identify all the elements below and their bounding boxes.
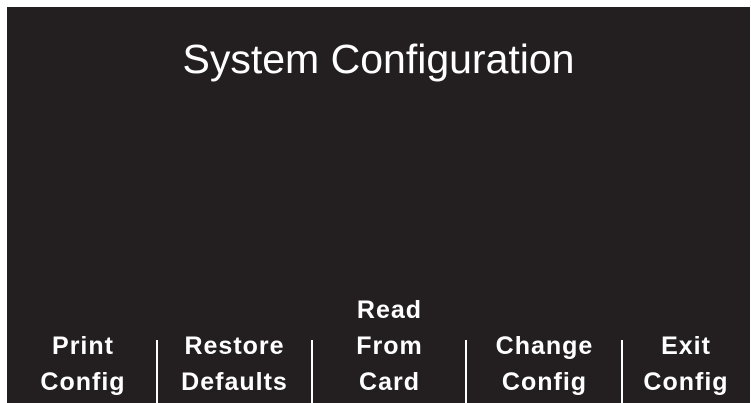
change-config-button[interactable]: Change Config <box>467 303 622 403</box>
softkey-label-line: Print <box>52 332 114 360</box>
exit-config-button[interactable]: Exit Config <box>622 303 750 403</box>
restore-defaults-button[interactable]: Restore Defaults <box>157 303 312 403</box>
softkey-label-line: Read <box>356 296 423 324</box>
print-config-button[interactable]: Print Config <box>7 303 157 403</box>
softkey-label-line: Change <box>495 332 594 360</box>
change-config-label: Change Config <box>467 328 622 400</box>
read-from-card-button[interactable]: Read From Card <box>312 296 467 403</box>
softkey-divider <box>465 340 467 403</box>
softkey-bar: Print Config Restore Defaults Read From … <box>7 296 750 403</box>
softkey-label-line: Config <box>501 368 588 396</box>
softkey-divider <box>156 340 158 403</box>
print-config-label: Print Config <box>9 328 157 400</box>
display-screen: System Configuration Print Config Restor… <box>7 7 750 403</box>
screen-title: System Configuration <box>182 36 575 82</box>
read-from-card-label: Read From Card <box>312 292 467 400</box>
softkey-label-line: Card <box>359 368 420 396</box>
softkey-label-line: Config <box>40 368 126 396</box>
softkey-label-line: From <box>356 332 423 360</box>
softkey-label-line: Config <box>643 368 729 396</box>
softkey-divider <box>311 340 313 403</box>
softkey-divider <box>621 340 623 403</box>
restore-defaults-label: Restore Defaults <box>157 328 312 400</box>
softkey-label-line: Restore <box>184 332 285 360</box>
softkey-label-line: Exit <box>661 332 711 360</box>
exit-config-label: Exit Config <box>622 328 750 400</box>
softkey-label-line: Defaults <box>181 368 288 396</box>
